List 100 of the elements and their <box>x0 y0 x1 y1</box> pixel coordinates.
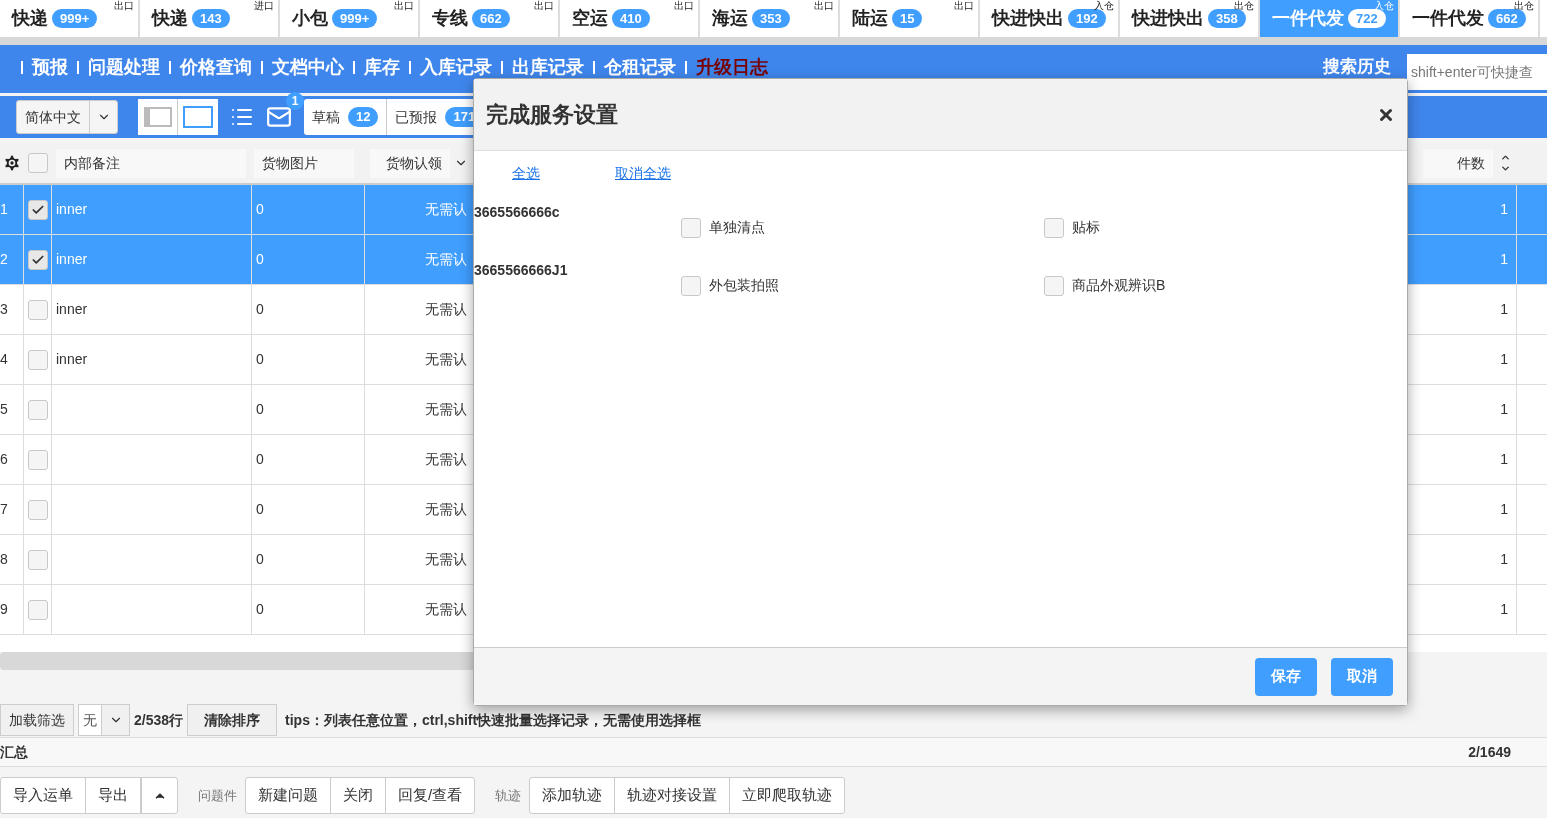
action-button[interactable]: 导入运单 <box>1 778 86 813</box>
tab-tag: 出口 <box>814 0 834 12</box>
checkbox[interactable] <box>27 549 48 570</box>
checkbox[interactable] <box>27 249 48 270</box>
tab-tag: 出口 <box>114 0 134 12</box>
checkbox[interactable] <box>27 399 48 420</box>
table-cell-text: 无需认 <box>425 450 467 469</box>
search-history-link[interactable]: 搜索历史 <box>1323 54 1391 80</box>
nav-link[interactable]: 入库记录 <box>420 54 492 81</box>
checkbox[interactable] <box>27 499 48 520</box>
column-header[interactable]: 货物认领 <box>370 148 450 178</box>
option-label: 单独清点 <box>709 218 766 237</box>
item-code: 3665566666c <box>474 203 561 222</box>
table-cell-text: 0 <box>256 450 264 469</box>
row-number: 5 <box>0 385 24 434</box>
table-cell-text: 0 <box>256 400 264 419</box>
table-cell-text: 1 <box>1500 250 1508 269</box>
tab-tag: 出口 <box>394 0 414 12</box>
settings-icon[interactable] <box>2 153 22 173</box>
tab-tag: 进口 <box>254 0 274 12</box>
row-count: 2/538行 <box>134 710 184 730</box>
checkbox[interactable] <box>27 199 48 220</box>
row-number: 7 <box>0 485 24 534</box>
load-filter-button[interactable]: 加载筛选 <box>0 704 74 736</box>
nav-link[interactable]: 文档中心 <box>272 54 344 81</box>
status-filter[interactable]: 草稿 12 <box>304 99 388 135</box>
checkbox[interactable] <box>681 275 702 296</box>
nav-link[interactable]: 仓租记录 <box>604 54 676 81</box>
checkbox[interactable] <box>1044 275 1065 296</box>
mail-icon[interactable] <box>266 104 292 130</box>
table-cell-text: 无需认 <box>425 600 467 619</box>
table-cell-text: 无需认 <box>425 500 467 519</box>
option-label: 贴标 <box>1072 218 1101 237</box>
table-cell-text: 无需认 <box>425 200 467 219</box>
table-cell-text: 1 <box>1500 500 1508 519</box>
table-cell-text: 1 <box>1500 600 1508 619</box>
nav-link[interactable]: 出库记录 <box>512 54 584 81</box>
nav-link[interactable]: 预报 <box>32 54 68 81</box>
row-number: 3 <box>0 285 24 334</box>
checkbox[interactable] <box>27 599 48 620</box>
action-button[interactable]: 新建问题 <box>246 778 331 813</box>
row-number: 1 <box>0 185 24 234</box>
tab-tag: 出口 <box>674 0 694 12</box>
language-select[interactable]: 简体中文 <box>16 100 118 134</box>
nav-link[interactable]: 问题处理 <box>88 54 160 81</box>
action-button[interactable]: 添加轨迹 <box>530 778 616 813</box>
checkbox[interactable] <box>1044 217 1065 238</box>
column-header[interactable]: 内部备注 <box>56 148 246 178</box>
column-header[interactable]: 货物图片 <box>254 148 354 178</box>
table-cell-text: 1 <box>1500 450 1508 469</box>
group-label: 轨迹 <box>495 786 522 805</box>
checkbox[interactable] <box>27 349 48 370</box>
group-label: 问题件 <box>198 786 237 805</box>
row-number: 8 <box>0 535 24 584</box>
checkbox[interactable] <box>27 299 48 320</box>
count-badge: 353 <box>752 8 790 29</box>
row-number: 4 <box>0 335 24 384</box>
option-label: 商品外观辨识B <box>1072 276 1166 295</box>
table-cell-text: inner <box>56 200 88 219</box>
summary-label: 汇总 <box>0 742 29 762</box>
row-number: 9 <box>0 585 24 634</box>
checkbox[interactable] <box>28 153 48 173</box>
clear-sort-button[interactable]: 清除排序 <box>187 704 278 736</box>
table-cell-text: 1 <box>1500 400 1508 419</box>
table-cell-text: 0 <box>256 500 264 519</box>
count-badge: 143 <box>192 8 230 29</box>
option-label: 外包装拍照 <box>709 276 780 295</box>
action-button[interactable]: 立即爬取轨迹 <box>730 778 845 813</box>
column-header[interactable]: 件数 <box>1423 148 1493 178</box>
table-cell-text: inner <box>56 250 88 269</box>
search-field[interactable]: shift+enter可快捷查 <box>1407 54 1547 90</box>
deselect-all-link[interactable]: 取消全选 <box>615 163 671 184</box>
nav-link[interactable]: 库存 <box>364 54 400 81</box>
checkbox[interactable] <box>681 217 702 238</box>
action-button[interactable]: 关闭 <box>331 778 386 813</box>
checkbox[interactable] <box>27 449 48 470</box>
table-cell-text: 0 <box>256 600 264 619</box>
row-number: 2 <box>0 235 24 284</box>
count-badge: 662 <box>472 8 510 29</box>
tab-scrollbar[interactable] <box>0 37 1547 45</box>
mail-badge: 1 <box>286 92 304 110</box>
row-number: 6 <box>0 435 24 484</box>
table-cell-text: 1 <box>1500 300 1508 319</box>
table-cell-text: 无需认 <box>425 550 467 569</box>
table-cell-text: 无需认 <box>425 300 467 319</box>
tab-tag: 出口 <box>954 0 974 12</box>
action-button[interactable]: 回复/查看 <box>386 778 475 813</box>
filter-select[interactable]: 无 <box>78 704 130 736</box>
count-badge: 12 <box>348 107 379 127</box>
tips-text: tips：列表任意位置，ctrl,shift快速批量选择记录，无需使用选择框 <box>285 710 702 730</box>
table-cell-text: 1 <box>1500 200 1508 219</box>
table-cell-text: 0 <box>256 300 264 319</box>
action-button[interactable]: 轨迹对接设置 <box>615 778 731 813</box>
nav-link[interactable]: 价格查询 <box>180 54 252 81</box>
table-cell-text: 1 <box>1500 550 1508 569</box>
select-all-link[interactable]: 全选 <box>512 163 540 184</box>
count-badge: 999+ <box>332 8 378 29</box>
action-button[interactable]: 导出 <box>86 778 141 813</box>
table-cell-text: 0 <box>256 250 264 269</box>
table-cell-text: 无需认 <box>425 350 467 369</box>
